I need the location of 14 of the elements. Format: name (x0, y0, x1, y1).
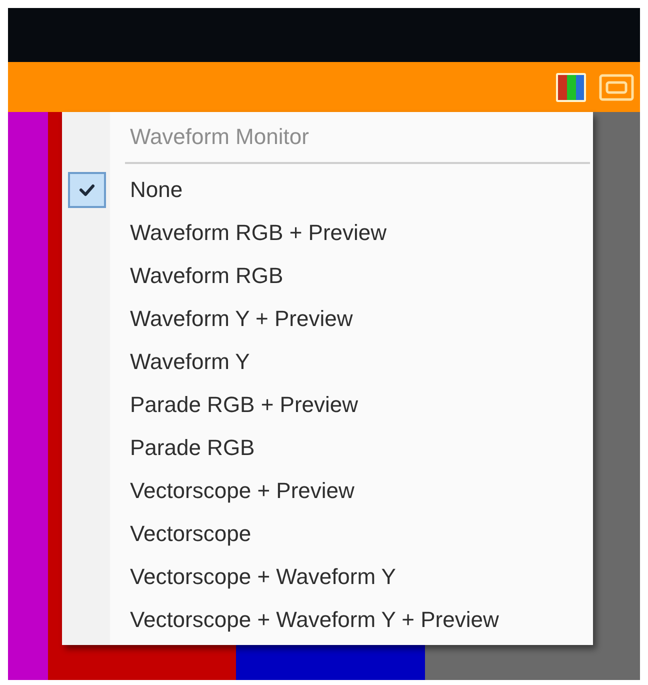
menu-item[interactable]: Waveform RGB + Preview (62, 211, 593, 254)
checkmark-icon (68, 172, 106, 208)
menu-item[interactable]: Vectorscope + Waveform Y (62, 555, 593, 598)
menu-item[interactable]: Waveform RGB (62, 254, 593, 297)
menu-item[interactable]: Vectorscope + Waveform Y + Preview (62, 598, 593, 641)
menu-item[interactable]: Vectorscope (62, 512, 593, 555)
menu-item[interactable]: Parade RGB (62, 426, 593, 469)
menu-item[interactable]: None (62, 168, 593, 211)
menu-item[interactable]: Vectorscope + Preview (62, 469, 593, 512)
color-bars-icon[interactable] (555, 72, 587, 102)
menu-item[interactable]: Parade RGB + Preview (62, 383, 593, 426)
menu-title: Waveform Monitor (130, 124, 309, 150)
menu-item[interactable]: Waveform Y (62, 340, 593, 383)
menu-item[interactable]: Waveform Y + Preview (62, 297, 593, 340)
